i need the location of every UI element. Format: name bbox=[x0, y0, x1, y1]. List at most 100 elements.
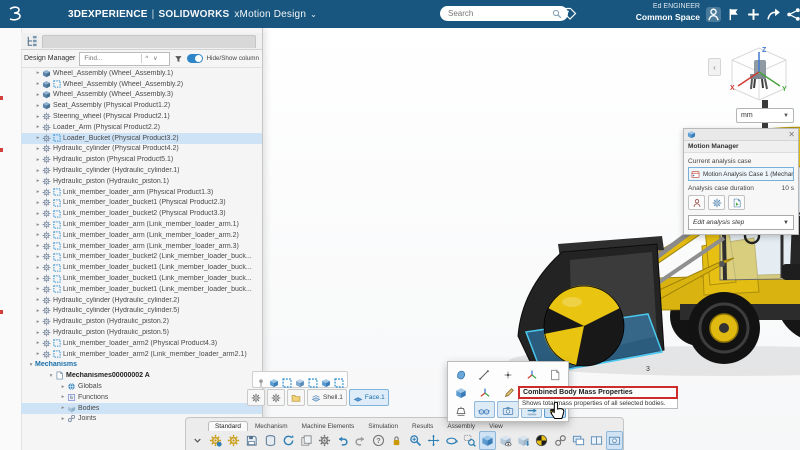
tab-assembly[interactable]: Assembly bbox=[440, 421, 482, 431]
face-1-chip[interactable]: Face.1 bbox=[348, 389, 389, 406]
search-icon[interactable] bbox=[552, 9, 562, 19]
find-prev-next-buttons[interactable]: ^ v bbox=[145, 56, 158, 62]
tree-item[interactable]: ▸ Link_member_loader_bucket1 (Link_member… bbox=[21, 284, 262, 295]
tree-item[interactable]: ▸ Link_member_loader_arm (Link_member_loa… bbox=[21, 230, 262, 241]
tree-item[interactable]: ▸ Link_member_loader_arm2 (Physical Produ… bbox=[21, 338, 262, 349]
expand-arrow-icon[interactable]: ▸ bbox=[34, 286, 42, 292]
tree-item[interactable]: ▾ Mechanismes00000002 A bbox=[21, 370, 262, 381]
zoom-window-button[interactable] bbox=[461, 431, 478, 450]
expand-arrow-icon[interactable]: ▸ bbox=[34, 265, 42, 271]
tab-standard[interactable]: Standard bbox=[208, 421, 248, 431]
hide-show-toggle[interactable] bbox=[186, 54, 203, 63]
split-view-button[interactable] bbox=[588, 431, 605, 450]
expand-arrow-icon[interactable]: ▸ bbox=[34, 254, 42, 260]
tree-item[interactable]: ▸ Steering_wheel (Physical Product2.1) bbox=[21, 111, 262, 122]
app-switcher-caret[interactable]: ⌄ bbox=[310, 10, 317, 19]
expand-arrow-icon[interactable]: ▸ bbox=[34, 157, 42, 163]
user-icon[interactable] bbox=[706, 6, 721, 22]
units-dropdown[interactable]: mm ▼ bbox=[736, 108, 794, 123]
tab-simulation[interactable]: Simulation bbox=[361, 421, 405, 431]
search-input[interactable] bbox=[446, 8, 552, 19]
lock-rotate-button[interactable] bbox=[388, 431, 405, 450]
tab-machine-elements[interactable]: Machine Elements bbox=[295, 421, 362, 431]
expand-arrow-icon[interactable]: ▸ bbox=[34, 70, 42, 76]
expand-arrow-icon[interactable]: ▾ bbox=[27, 362, 35, 368]
add-icon[interactable] bbox=[746, 7, 761, 22]
tree-item[interactable]: ▸ Link_member_loader_bucket2 (Link_member… bbox=[21, 252, 262, 263]
triad-collapse-button[interactable]: ‹ bbox=[708, 58, 721, 76]
share-icon[interactable] bbox=[766, 7, 781, 22]
expand-arrow-icon[interactable]: ▸ bbox=[34, 200, 42, 206]
expand-arrow-icon[interactable]: ▸ bbox=[34, 319, 42, 325]
expand-arrow-icon[interactable]: ▸ bbox=[34, 103, 42, 109]
expand-arrow-icon[interactable]: ▸ bbox=[59, 405, 67, 411]
triad-axis-button[interactable] bbox=[474, 383, 496, 400]
show-hide-button[interactable] bbox=[497, 431, 514, 450]
update-gear-button[interactable] bbox=[207, 431, 224, 450]
tree-item[interactable]: ▸ Globals bbox=[21, 381, 262, 392]
tab-view[interactable]: View bbox=[482, 421, 510, 431]
tree-item[interactable]: ▸ Link_member_loader_arm (Link_member_loa… bbox=[21, 241, 262, 252]
save-button[interactable] bbox=[243, 431, 260, 450]
pan-button[interactable] bbox=[425, 431, 442, 450]
expand-arrow-icon[interactable]: ▸ bbox=[34, 124, 42, 130]
tree-item[interactable]: ▸ Hydraulic_piston (Hydraulic_piston.2) bbox=[21, 316, 262, 327]
expand-arrow-icon[interactable]: ▸ bbox=[34, 276, 42, 282]
expand-arrow-icon[interactable]: ▸ bbox=[34, 243, 42, 249]
tree-item[interactable]: ▸ Wheel_Assembly (Wheel_Assembly.2) bbox=[21, 79, 262, 90]
find-input[interactable] bbox=[82, 54, 139, 63]
expand-arrow-icon[interactable]: ▸ bbox=[34, 189, 42, 195]
chevron-button[interactable] bbox=[189, 431, 206, 450]
tab-mechanism[interactable]: Mechanism bbox=[248, 421, 295, 431]
measure-line-button[interactable] bbox=[474, 365, 496, 382]
tree-item[interactable]: ▸ Wheel_Assembly (Wheel_Assembly.3) bbox=[21, 90, 262, 101]
iso-view-button[interactable] bbox=[479, 431, 497, 450]
sel-box-icon[interactable] bbox=[282, 375, 292, 388]
pin-icon[interactable] bbox=[256, 375, 266, 387]
motion-manager-titlebar[interactable]: ✕ bbox=[684, 129, 798, 141]
expand-arrow-icon[interactable]: ▸ bbox=[34, 81, 42, 87]
sel-box-icon[interactable] bbox=[334, 375, 344, 388]
folder-chip[interactable] bbox=[287, 389, 305, 406]
cube-down-button[interactable] bbox=[515, 431, 532, 450]
simulation-gear-button[interactable] bbox=[708, 195, 725, 210]
gear-chip[interactable] bbox=[267, 389, 285, 406]
close-icon[interactable]: ✕ bbox=[788, 130, 795, 139]
preferences-gear-button[interactable] bbox=[316, 431, 333, 450]
drawing-sheet-button[interactable] bbox=[544, 365, 566, 382]
body-c-icon[interactable] bbox=[321, 375, 331, 387]
tree-item[interactable]: ▸ fx Functions bbox=[21, 392, 262, 403]
shell-1-chip[interactable]: Shell.1 bbox=[307, 389, 347, 406]
tree-item[interactable]: ▸ Link_member_loader_arm (Physical Produc… bbox=[21, 187, 262, 198]
axis-system-button[interactable] bbox=[521, 365, 543, 382]
undo-button[interactable] bbox=[334, 431, 351, 450]
mass-scale-button[interactable] bbox=[450, 401, 472, 418]
copy-layers-button[interactable] bbox=[298, 431, 315, 450]
multi-window-button[interactable] bbox=[570, 431, 587, 450]
expand-arrow-icon[interactable]: ▸ bbox=[34, 232, 42, 238]
expand-arrow-icon[interactable]: ▸ bbox=[34, 308, 42, 314]
tag-icon[interactable] bbox=[563, 7, 577, 21]
rotate-view-button[interactable] bbox=[443, 431, 460, 450]
tree-item[interactable]: ▸ Link_member_loader_bucket2 (Physical Pr… bbox=[21, 208, 262, 219]
tree-item[interactable]: ▸ Hydraulic_piston (Hydraulic_piston.5) bbox=[21, 327, 262, 338]
expand-arrow-icon[interactable]: ▸ bbox=[34, 168, 42, 174]
tree-item[interactable]: ▸ Link_member_loader_arm (Link_member_loa… bbox=[21, 219, 262, 230]
probe-hand-button[interactable] bbox=[688, 195, 705, 210]
expand-arrow-icon[interactable]: ▸ bbox=[34, 222, 42, 228]
camera-body-button[interactable] bbox=[497, 401, 519, 418]
tree-item[interactable]: ▸ Seat_Assembly (Physical Product1.2) bbox=[21, 100, 262, 111]
expand-arrow-icon[interactable]: ▸ bbox=[59, 394, 67, 400]
sel-box-icon[interactable] bbox=[308, 375, 318, 388]
tab-results[interactable]: Results bbox=[405, 421, 440, 431]
tree-item[interactable]: ▸ Link_member_loader_arm2 (Link_member_lo… bbox=[21, 349, 262, 360]
find-box[interactable]: ^ v bbox=[79, 51, 170, 66]
tree-item[interactable]: ▾ Mechanisms bbox=[21, 360, 262, 371]
view-triad[interactable]: Z X Y bbox=[724, 44, 794, 106]
tree-item[interactable]: ▸ Hydraulic_piston (Hydraulic_piston.1) bbox=[21, 176, 262, 187]
tree-item[interactable]: ▸ Link_member_loader_bucket1 (Physical Pr… bbox=[21, 198, 262, 209]
tree-item[interactable]: ▸ Hydraulic_cylinder (Hydraulic_cylinder.… bbox=[21, 295, 262, 306]
tree-item[interactable]: ▸ Wheel_Assembly (Wheel_Assembly.1) bbox=[21, 68, 262, 79]
redo-button[interactable] bbox=[352, 431, 369, 450]
link-button[interactable] bbox=[552, 431, 569, 450]
